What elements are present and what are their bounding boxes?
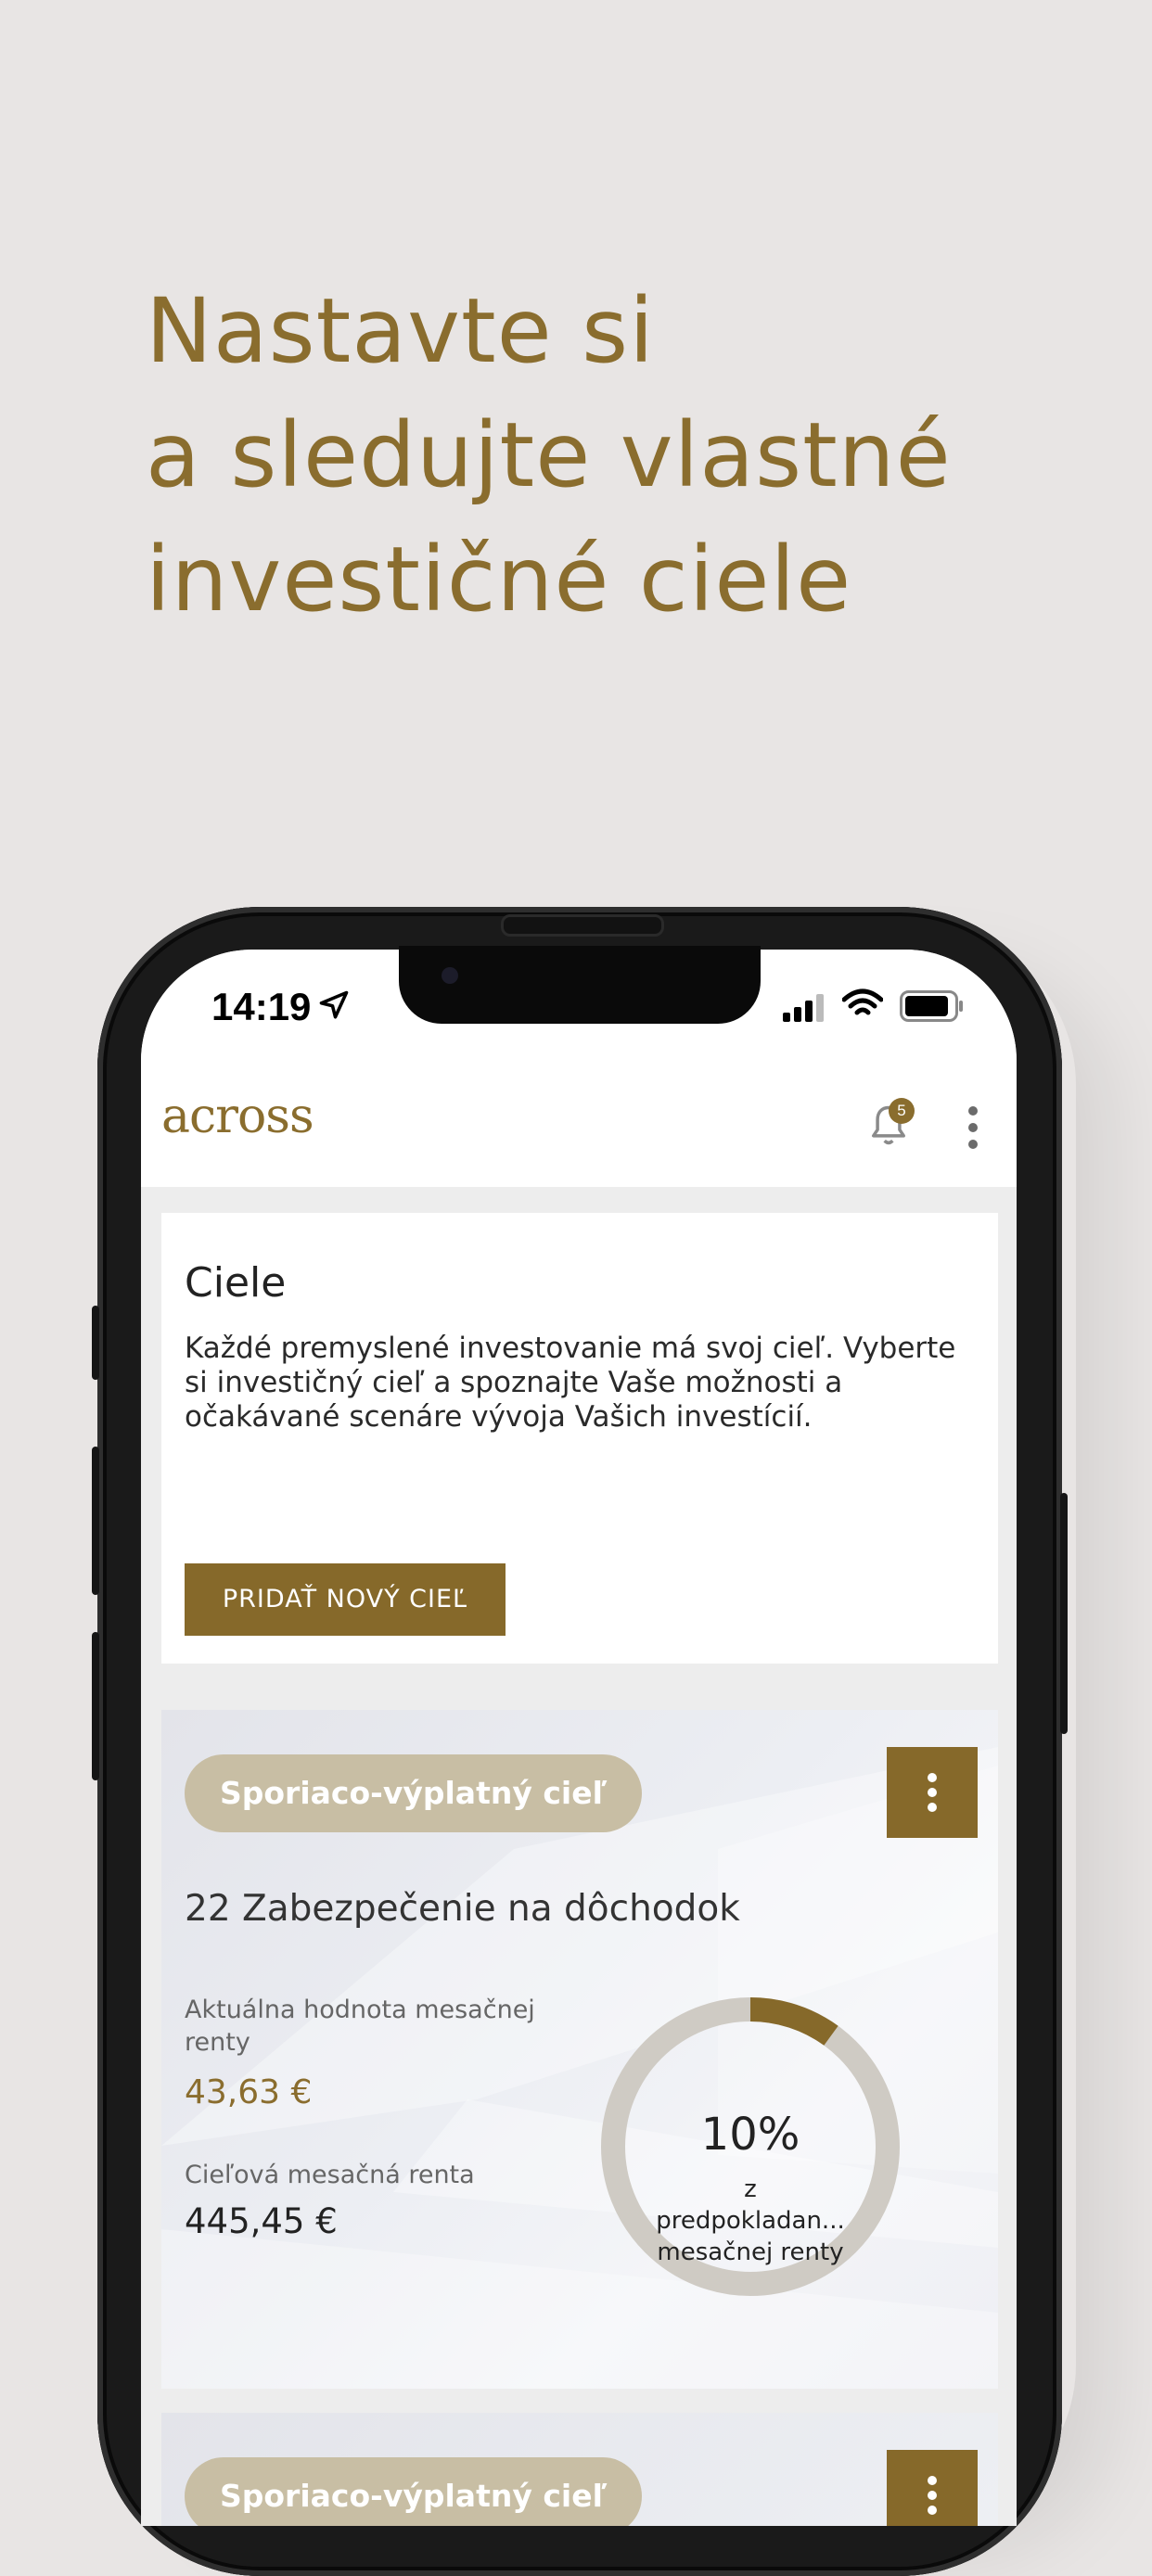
- goal-menu-button[interactable]: [887, 1747, 978, 1838]
- status-time: 14:19: [211, 985, 312, 1028]
- phone-notch: [399, 946, 761, 1024]
- progress-caption-line-3: mesačnej renty: [657, 2238, 844, 2266]
- progress-caption-line-2: predpokladan...: [656, 2207, 845, 2235]
- goals-title: Ciele: [185, 1259, 287, 1307]
- headline-line-3: investičné ciele: [146, 528, 852, 631]
- wifi-icon: [842, 988, 883, 1015]
- notification-badge: 5: [889, 1098, 915, 1124]
- headline-line-1: Nastavte si: [146, 279, 655, 383]
- goals-description: Každé premyslené investovanie má svoj ci…: [185, 1332, 956, 1434]
- more-vertical-icon: [928, 1773, 937, 1812]
- goal-type-badge: Sporiaco-výplatný cieľ: [185, 1754, 643, 1832]
- phone-volume-down: [92, 1632, 99, 1780]
- current-rent-label: Aktuálna hodnota mesačnej renty: [185, 1996, 535, 2057]
- add-new-goal-button[interactable]: PRIDAŤ NOVÝ CIEĽ: [185, 1563, 506, 1636]
- phone-camera: [442, 967, 458, 984]
- battery-icon: [900, 990, 963, 1022]
- more-vertical-icon-2: [928, 2476, 937, 2515]
- headline-line-2: a sledujte vlastné: [146, 403, 952, 507]
- progress-caption: z predpokladan... mesačnej renty: [616, 2174, 885, 2268]
- goal-type-badge-2: Sporiaco-výplatný cieľ: [185, 2457, 643, 2526]
- location-arrow-icon: [319, 990, 349, 1019]
- headline: Nastavte si a sledujte vlastné investičn…: [146, 269, 1073, 642]
- goal-name: 22 Zabezpečenie na dôchodok: [185, 1888, 740, 1930]
- phone-screen: 14:19 across 5 Ciele Každé premyslené in…: [141, 950, 1017, 2526]
- goal-menu-button-2[interactable]: [887, 2450, 978, 2526]
- more-menu-icon[interactable]: [966, 1105, 979, 1150]
- target-rent-value: 445,45 €: [185, 2201, 338, 2241]
- goal-card-2[interactable]: Sporiaco-výplatný cieľ: [161, 2413, 998, 2526]
- phone-silent-switch: [92, 1306, 99, 1380]
- phone-power-button: [1060, 1493, 1068, 1734]
- goals-intro-card: Ciele Každé premyslené investovanie má s…: [161, 1213, 998, 1664]
- phone-volume-up: [92, 1447, 99, 1595]
- progress-caption-line-1: z: [744, 2175, 757, 2203]
- progress-percent: 10%: [700, 2109, 800, 2161]
- app-bar: across 5: [141, 1061, 1017, 1187]
- goal-card[interactable]: Sporiaco-výplatný cieľ 22 Zabezpečenie n…: [161, 1710, 998, 2389]
- current-rent-value: 43,63 €: [185, 2073, 313, 2111]
- app-logo[interactable]: across: [161, 1089, 314, 1144]
- cellular-signal-icon: [783, 994, 824, 1022]
- phone-speaker: [501, 914, 664, 937]
- target-rent-label: Cieľová mesačná renta: [185, 2161, 475, 2189]
